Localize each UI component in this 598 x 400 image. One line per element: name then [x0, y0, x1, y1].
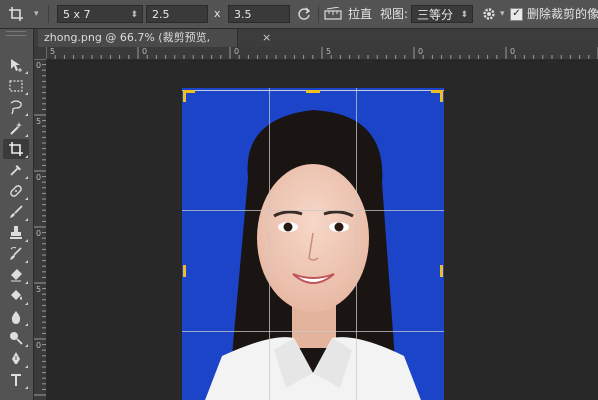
- panel-grip[interactable]: [6, 31, 26, 36]
- ruler-label: 5: [36, 285, 42, 294]
- delete-cropped-checkbox[interactable]: ✓: [510, 0, 523, 28]
- history-brush-icon: [10, 247, 22, 260]
- ruler-label: 0: [510, 47, 516, 56]
- history-brush-tool[interactable]: [3, 244, 29, 264]
- portrait-photo: [182, 88, 444, 400]
- straighten-icon[interactable]: [324, 0, 346, 28]
- vertical-ruler[interactable]: 0 5 0 0 5 0: [34, 59, 47, 400]
- grid-line-vertical: [356, 88, 357, 400]
- delete-cropped-label[interactable]: 删除裁剪的像素: [527, 0, 598, 28]
- pen-icon: [12, 352, 20, 364]
- horizontal-ruler[interactable]: 5 0 0 5 0 0: [46, 47, 598, 60]
- eraser-tool[interactable]: [3, 265, 29, 285]
- dodge-tool[interactable]: [3, 328, 29, 348]
- type-icon: [11, 374, 21, 386]
- magic-wand-tool[interactable]: [3, 118, 29, 138]
- ruler-label: 0: [142, 47, 148, 56]
- view-label: 视图:: [380, 7, 409, 21]
- ruler-label: 5: [50, 47, 56, 56]
- paint-bucket-tool[interactable]: [3, 286, 29, 306]
- document-tab[interactable]: zhong.png @ 66.7% (裁剪预览, RGB/8): [38, 29, 238, 62]
- dropdown-arrow-icon: ⬍: [130, 10, 138, 20]
- lasso-tool[interactable]: [3, 97, 29, 117]
- settings-gear-icon[interactable]: [481, 0, 499, 28]
- straighten-label[interactable]: 拉直: [348, 0, 372, 28]
- brush-icon: [10, 205, 23, 218]
- type-tool[interactable]: [3, 370, 29, 390]
- crop-tool-preset-icon[interactable]: [8, 0, 32, 28]
- ruler-label: 0: [36, 61, 42, 70]
- crop-tool[interactable]: [3, 139, 29, 159]
- checkmark-icon: ✓: [510, 7, 523, 21]
- ratio-preset-value: 5 x 7: [63, 8, 91, 21]
- crop-handle-middle-right[interactable]: [440, 265, 443, 277]
- grid-line-horizontal: [182, 331, 444, 332]
- lasso-icon: [10, 100, 22, 115]
- dropdown-arrow-icon: ⬍: [460, 10, 468, 20]
- view-overlay-value: 三等分: [417, 8, 454, 22]
- ruler-label: 0: [234, 47, 240, 56]
- brush-tool[interactable]: [3, 202, 29, 222]
- grid-line-vertical: [269, 88, 270, 400]
- ruler-label: 0: [36, 341, 42, 350]
- tools-panel: [0, 29, 34, 400]
- document-canvas[interactable]: [47, 60, 598, 400]
- clone-stamp-icon: [10, 226, 22, 239]
- crop-icon: [9, 142, 23, 156]
- dodge-icon: [10, 332, 23, 345]
- grid-line-horizontal: [182, 210, 444, 211]
- ruler-label: 0: [36, 173, 42, 182]
- ruler-label: 0: [418, 47, 424, 56]
- swap-dimensions-icon[interactable]: [297, 0, 315, 28]
- preset-chevron-icon[interactable]: ▾: [34, 0, 39, 28]
- ruler-label: 5: [36, 117, 42, 126]
- move-icon: [11, 59, 22, 72]
- separator: [318, 5, 319, 23]
- eraser-icon: [11, 269, 22, 282]
- close-tab-icon[interactable]: ×: [262, 29, 271, 47]
- healing-brush-tool[interactable]: [3, 181, 29, 201]
- eyedropper-icon: [10, 165, 21, 176]
- ruler-label: 0: [36, 229, 42, 238]
- healing-brush-icon: [10, 185, 22, 197]
- crop-height-input[interactable]: 3.5: [228, 5, 290, 23]
- crop-handle-middle-left[interactable]: [183, 265, 186, 277]
- paint-bucket-icon: [11, 290, 22, 300]
- move-tool[interactable]: [3, 55, 29, 75]
- clone-stamp-tool[interactable]: [3, 223, 29, 243]
- separator: [48, 5, 49, 23]
- options-bar: ▾ 5 x 7 ⬍ 2.5 x 3.5 拉直 视图: 三等分 ⬍ ▾ ✓ 删除裁…: [0, 0, 598, 29]
- document-tab-bar: zhong.png @ 66.7% (裁剪预览, RGB/8) ×: [34, 29, 598, 62]
- ruler-label: 5: [326, 47, 332, 56]
- crop-handle-top-left[interactable]: [183, 90, 195, 93]
- crop-handle-top-center[interactable]: [306, 90, 320, 93]
- view-overlay-dropdown[interactable]: 三等分 ⬍: [411, 5, 473, 23]
- eyedropper-tool[interactable]: [3, 160, 29, 180]
- marquee-icon: [9, 80, 23, 92]
- crop-handle-top-right[interactable]: [431, 90, 443, 93]
- blur-tool[interactable]: [3, 307, 29, 327]
- marquee-tool[interactable]: [3, 76, 29, 96]
- ruler-origin[interactable]: [34, 47, 46, 59]
- portrait-illustration: [182, 88, 444, 400]
- times-sign: x: [214, 7, 221, 20]
- magic-wand-icon: [10, 122, 22, 135]
- crop-width-input[interactable]: 2.5: [146, 5, 208, 23]
- pen-tool[interactable]: [3, 349, 29, 369]
- ratio-preset-dropdown[interactable]: 5 x 7 ⬍: [57, 5, 143, 23]
- blur-icon: [11, 311, 21, 324]
- settings-chevron-icon[interactable]: ▾: [500, 0, 505, 28]
